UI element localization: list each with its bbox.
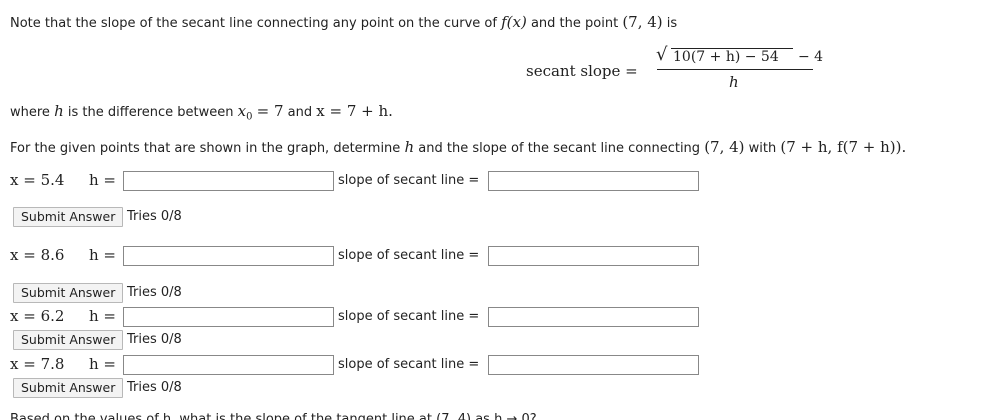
h-input[interactable] [123, 246, 334, 266]
h-label: h = [89, 246, 116, 264]
where-and: and [287, 105, 313, 120]
where-x-eq: x = 7 + h. [316, 102, 393, 120]
footer-partial-text: Based on the values of h, what is the sl… [10, 412, 537, 420]
submit-answer-button[interactable]: Submit Answer [13, 207, 124, 227]
formula-label: secant slope = [526, 62, 638, 80]
where-x0-eq: = 7 [256, 102, 284, 120]
h-input[interactable] [123, 355, 334, 375]
slope-label: slope of secant line = [338, 357, 480, 372]
footer-partial-clip: Based on the values of h, what is the sl… [10, 412, 970, 420]
x-label: x = 7.8 [10, 355, 65, 373]
slope-label: slope of secant line = [338, 309, 480, 324]
instruction-h: h [404, 138, 415, 156]
intro-text-after: is [666, 16, 678, 31]
tries-counter: Tries 0/8 [127, 332, 182, 347]
tries-counter: Tries 0/8 [127, 285, 182, 300]
formula-denominator: h [729, 73, 739, 91]
intro-line: Note that the slope of the secant line c… [10, 13, 677, 31]
where-x0: x [237, 102, 247, 120]
h-input[interactable] [123, 307, 334, 327]
where-x0-sub: 0 [246, 111, 253, 123]
submit-answer-button[interactable]: Submit Answer [13, 283, 124, 303]
h-label: h = [89, 171, 116, 189]
instruction-text-middle: and the slope of the secant line connect… [418, 141, 701, 156]
h-label: h = [89, 355, 116, 373]
x-label: x = 8.6 [10, 246, 65, 264]
intro-text-middle: and the point [530, 16, 619, 31]
instruction-second-point: (7 + h, f(7 + h)). [780, 138, 907, 156]
sqrt-content: 10(7 + h) − 54 [673, 49, 779, 65]
slope-input[interactable] [488, 355, 699, 375]
where-line: where h is the difference between x0 = 7… [10, 102, 393, 123]
instruction-point: (7, 4) [704, 138, 745, 156]
h-label: h = [89, 307, 116, 325]
where-prefix: where [10, 105, 50, 120]
h-input[interactable] [123, 171, 334, 191]
slope-input[interactable] [488, 307, 699, 327]
where-middle: is the difference between [67, 105, 234, 120]
intro-text-before: Note that the slope of the secant line c… [10, 16, 497, 31]
instruction-text-before: For the given points that are shown in t… [10, 141, 401, 156]
slope-input[interactable] [488, 171, 699, 191]
tries-counter: Tries 0/8 [127, 209, 182, 224]
fraction-bar [657, 69, 813, 70]
intro-point: (7, 4) [622, 13, 663, 31]
minus-four: − 4 [798, 49, 824, 65]
submit-answer-button[interactable]: Submit Answer [13, 330, 124, 350]
slope-label: slope of secant line = [338, 173, 480, 188]
x-label: x = 5.4 [10, 171, 65, 189]
instruction-with: with [748, 141, 777, 156]
x-label: x = 6.2 [10, 307, 65, 325]
intro-function: f(x) [501, 13, 527, 31]
sqrt-symbol-icon: √ [656, 44, 668, 65]
tries-counter: Tries 0/8 [127, 380, 182, 395]
slope-input[interactable] [488, 246, 699, 266]
submit-answer-button[interactable]: Submit Answer [13, 378, 124, 398]
where-h: h [54, 102, 64, 120]
instruction-line: For the given points that are shown in t… [10, 138, 906, 156]
slope-label: slope of secant line = [338, 248, 480, 263]
